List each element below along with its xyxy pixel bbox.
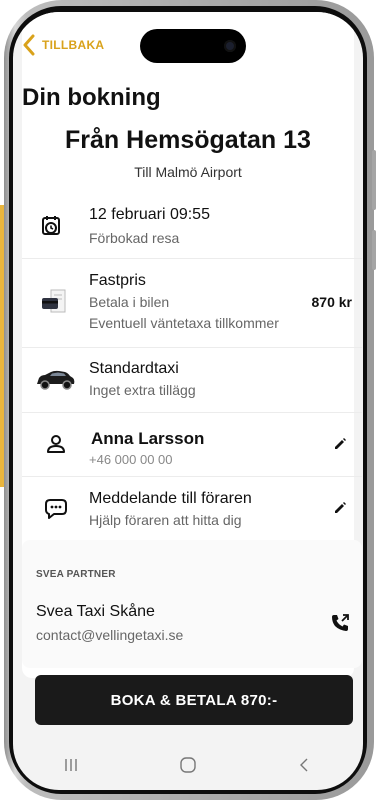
price-row: Fastpris Betala i bilen Eventuell väntet… <box>22 270 354 336</box>
datetime-title: 12 februari 09:55 <box>89 206 210 223</box>
book-and-pay-button[interactable]: BOKA & BETALA 870:- <box>35 675 353 725</box>
divider <box>22 412 362 413</box>
price-amount: 870 kr <box>311 294 352 310</box>
back-icon[interactable] <box>296 756 314 774</box>
divider <box>22 347 362 348</box>
volume-button <box>372 150 376 210</box>
taxi-car-icon <box>37 370 75 390</box>
partner-section-label: SVEA PARTNER <box>36 569 116 580</box>
partner-email[interactable]: contact@vellingetaxi.se <box>36 627 183 643</box>
datetime-subtitle: Förbokad resa <box>89 230 180 246</box>
chevron-left-icon <box>23 34 35 56</box>
datetime-row[interactable]: 12 februari 09:55 Förbokad resa <box>22 204 354 254</box>
partner-name: Svea Taxi Skåne <box>36 603 155 620</box>
chat-bubble-icon <box>45 499 67 519</box>
divider <box>22 476 362 477</box>
price-title: Fastpris <box>89 272 146 289</box>
home-icon[interactable] <box>179 756 197 774</box>
edit-passenger-icon[interactable] <box>333 437 347 451</box>
back-button[interactable]: TILLBAKA <box>22 34 104 56</box>
phone-call-icon[interactable] <box>330 613 350 633</box>
passenger-row[interactable]: Anna Larsson +46 000 00 00 <box>22 426 354 470</box>
vehicle-title: Standardtaxi <box>89 360 179 377</box>
recent-apps-icon[interactable] <box>62 756 80 774</box>
route-to: Till Malmö Airport <box>134 164 242 180</box>
vehicle-subtitle: Inget extra tillägg <box>89 382 196 398</box>
dynamic-island <box>140 29 246 63</box>
back-label: TILLBAKA <box>42 38 105 52</box>
vehicle-row[interactable]: Standardtaxi Inget extra tillägg <box>22 358 354 406</box>
divider <box>22 258 362 259</box>
edit-message-icon[interactable] <box>333 501 347 515</box>
message-title: Meddelande till föraren <box>89 490 252 507</box>
calendar-clock-icon <box>42 216 60 235</box>
message-subtitle: Hjälp föraren att hitta dig <box>89 512 242 528</box>
message-row[interactable]: Meddelande till föraren Hjälp föraren at… <box>22 488 354 532</box>
price-subtitle-1: Betala i bilen <box>89 294 170 310</box>
person-icon <box>47 435 65 453</box>
passenger-phone: +46 000 00 00 <box>89 452 173 467</box>
power-button <box>372 230 376 270</box>
system-navigation-bar <box>13 740 363 790</box>
passenger-name: Anna Larsson <box>91 429 205 448</box>
price-subtitle-2: Eventuell väntetaxa tillkommer <box>89 315 279 331</box>
card-receipt-icon <box>42 289 66 313</box>
route-from: Från Hemsögatan 13 <box>65 126 311 154</box>
page-title: Din bokning <box>22 84 161 111</box>
